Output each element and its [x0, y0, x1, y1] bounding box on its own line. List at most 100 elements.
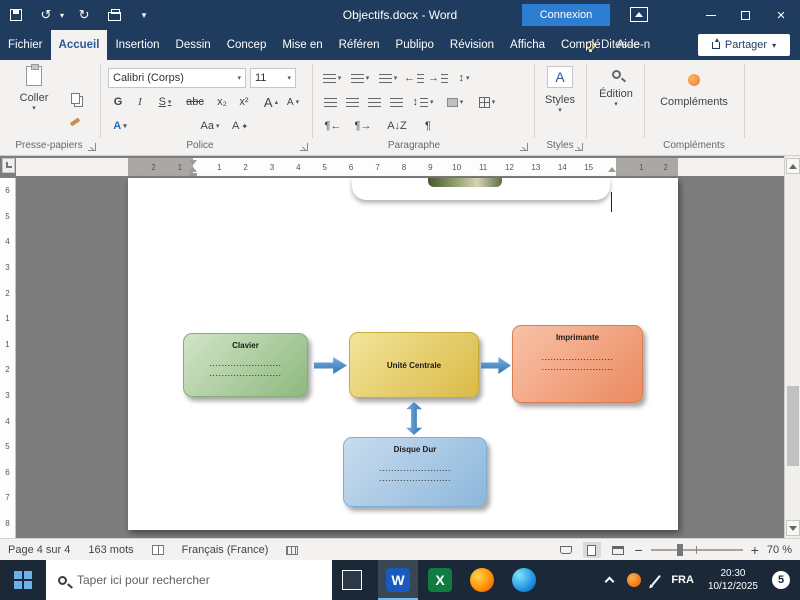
sort-button[interactable]: A↓Z [382, 116, 412, 136]
customize-qat-icon[interactable]: ▾ [134, 5, 154, 25]
numbering-button[interactable]: ▾ [348, 68, 372, 88]
minimize-button[interactable] [694, 0, 728, 30]
decrease-indent-button[interactable]: ← [404, 68, 424, 88]
proofing-icon[interactable] [152, 545, 164, 555]
page-indicator[interactable]: Page 4 sur 4 [8, 544, 70, 556]
quick-print-icon[interactable] [104, 5, 124, 25]
styles-dialog-launcher-icon[interactable] [575, 143, 583, 151]
font-dialog-launcher-icon[interactable] [300, 143, 308, 151]
print-layout-icon[interactable] [583, 542, 601, 558]
zoom-out-button[interactable]: − [635, 542, 643, 558]
align-left-button[interactable] [320, 92, 340, 112]
scroll-down-button[interactable] [786, 520, 800, 536]
vertical-scrollbar[interactable] [784, 156, 800, 538]
increase-indent-button[interactable]: → [428, 68, 448, 88]
underline-button[interactable]: S▾ [152, 92, 178, 112]
ribbon-tab[interactable]: Mise en [274, 30, 330, 60]
align-center-button[interactable] [342, 92, 362, 112]
rtl-direction-button[interactable]: ¶→ [350, 116, 376, 136]
italic-button[interactable]: I [130, 92, 150, 112]
arrow-unite-to-imprimante[interactable] [481, 357, 511, 374]
horizontal-ruler[interactable]: 21 123456789101112131415 12 [16, 158, 784, 176]
arrow-clavier-to-unite[interactable] [314, 357, 347, 374]
zoom-level[interactable]: 70 % [767, 544, 792, 556]
document-page[interactable]: Clavier ........................ .......… [128, 178, 678, 530]
shrink-font-button[interactable]: A▾ [284, 92, 302, 112]
language-indicator[interactable]: Français (France) [182, 544, 269, 556]
task-view-button[interactable] [342, 570, 362, 590]
diagram-box-disque-dur[interactable]: Disque Dur ........................ ....… [343, 437, 487, 507]
edition-button[interactable]: Édition ▾ [592, 66, 640, 108]
subscript-button[interactable]: x₂ [212, 92, 232, 112]
share-button[interactable]: Partager ▾ [698, 34, 790, 56]
ribbon-display-options-icon[interactable] [630, 7, 648, 22]
format-painter-button[interactable] [64, 112, 86, 132]
zoom-in-button[interactable]: + [751, 542, 759, 558]
grow-font-button[interactable]: A▴ [262, 92, 280, 112]
scroll-up-button[interactable] [786, 158, 800, 174]
multilevel-list-button[interactable]: ▾ [376, 68, 400, 88]
zoom-slider-thumb[interactable] [677, 544, 683, 556]
keyboard-icon[interactable] [286, 546, 298, 555]
taskbar-word-button[interactable]: W [378, 560, 418, 600]
bullets-button[interactable]: ▾ [320, 68, 344, 88]
word-count[interactable]: 163 mots [88, 544, 133, 556]
taskbar-search-input[interactable]: Taper ici pour rechercher [46, 560, 332, 600]
tell-me-button[interactable]: Dites-le-n [586, 30, 650, 60]
ribbon-tab[interactable]: Accueil [51, 30, 108, 60]
diagram-box-imprimante[interactable]: Imprimante ........................ ....… [512, 325, 643, 403]
superscript-button[interactable]: x² [234, 92, 254, 112]
vertical-ruler[interactable]: 65432112345678 [0, 178, 16, 538]
taskbar-excel-button[interactable]: X [420, 560, 460, 600]
hanging-indent-marker[interactable] [189, 167, 197, 172]
ribbon-tab[interactable]: Publipo [388, 30, 442, 60]
ribbon-tab[interactable]: Dessin [168, 30, 219, 60]
web-layout-icon[interactable] [609, 542, 627, 558]
sign-in-button[interactable]: Connexion [522, 4, 610, 26]
ribbon-tab[interactable]: Fichier [0, 30, 51, 60]
ribbon-tab[interactable]: Insertion [107, 30, 167, 60]
pen-icon[interactable] [651, 574, 661, 585]
bold-button[interactable]: G [108, 92, 128, 112]
save-icon[interactable] [6, 5, 26, 25]
change-case-button[interactable]: Aa▾ [196, 116, 224, 136]
borders-button[interactable]: ▾ [474, 92, 500, 112]
redo-icon[interactable]: ↻ [74, 5, 94, 25]
tab-selector[interactable] [2, 158, 15, 173]
strikethrough-button[interactable]: abc [182, 92, 208, 112]
diagram-box-unite-centrale[interactable]: Unité Centrale [349, 332, 479, 398]
ltr-direction-button[interactable]: ¶← [320, 116, 346, 136]
first-line-indent-marker[interactable] [189, 160, 197, 165]
line-spacing-button[interactable]: ↕▾ [410, 92, 436, 112]
notification-badge[interactable]: 5 [772, 571, 790, 589]
undo-dropdown-icon[interactable]: ▾ [60, 11, 64, 20]
tray-app-icon[interactable] [627, 573, 641, 587]
paste-button[interactable]: Coller ▾ [10, 66, 58, 112]
text-effects-button[interactable]: A▾ [108, 116, 132, 136]
read-mode-icon[interactable] [557, 542, 575, 558]
partial-picture[interactable] [352, 178, 610, 200]
align-right-button[interactable] [364, 92, 384, 112]
clear-formatting-button[interactable]: A✦ [228, 116, 252, 136]
copy-button[interactable] [64, 88, 86, 108]
undo-icon[interactable]: ↺ [36, 5, 56, 25]
font-size-combo[interactable]: 11▾ [250, 68, 296, 88]
start-button[interactable] [0, 560, 46, 600]
diagram-box-clavier[interactable]: Clavier ........................ .......… [183, 333, 308, 397]
left-indent-marker[interactable] [189, 173, 197, 176]
styles-button[interactable]: A Styles ▾ [538, 66, 582, 114]
scrollbar-thumb[interactable] [787, 386, 799, 466]
justify-button[interactable] [386, 92, 406, 112]
font-name-combo[interactable]: Calibri (Corps)▾ [108, 68, 246, 88]
clipboard-dialog-launcher-icon[interactable] [88, 143, 96, 151]
complements-button[interactable]: Compléments [650, 66, 738, 108]
right-indent-marker[interactable] [608, 167, 616, 172]
show-paragraph-marks-button[interactable]: ¶ [418, 116, 438, 136]
ribbon-tab[interactable]: Concep [219, 30, 275, 60]
paragraph-spacing-button[interactable]: ↕▾ [452, 68, 476, 88]
close-button[interactable]: × [764, 0, 798, 30]
ribbon-tab[interactable]: Afficha [502, 30, 553, 60]
zoom-slider[interactable] [651, 549, 743, 551]
clock[interactable]: 20:30 10/12/2025 [708, 567, 758, 593]
taskbar-edge-button[interactable] [504, 560, 544, 600]
